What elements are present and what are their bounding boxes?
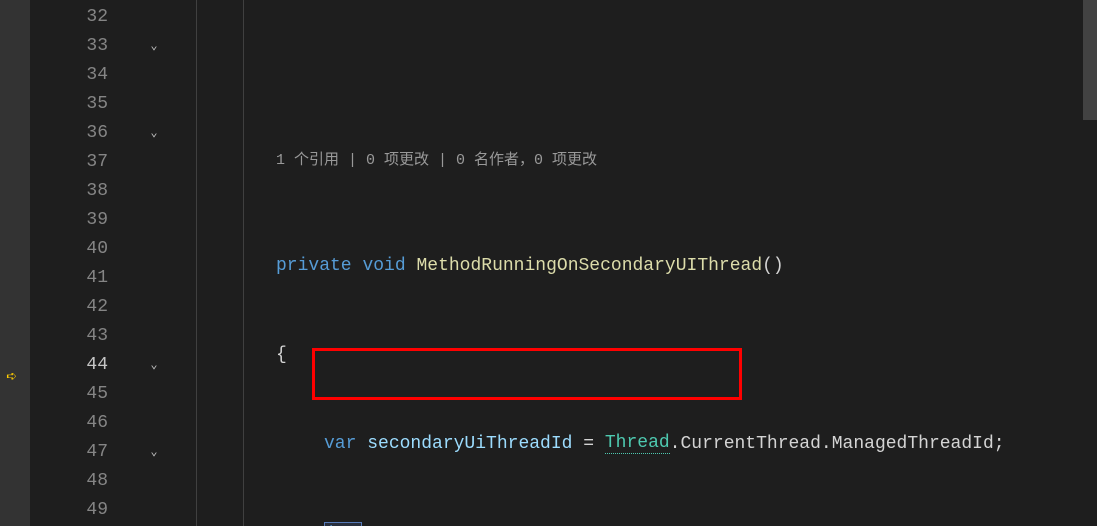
chevron-down-icon: ⌄	[150, 125, 157, 140]
line-number: 36	[30, 118, 140, 147]
fold-row	[140, 2, 168, 31]
line-number: 41	[30, 263, 140, 292]
line-number: 34	[30, 60, 140, 89]
line-number: 48	[30, 466, 140, 495]
method-name: MethodRunningOnSecondaryUIThread	[416, 256, 762, 276]
line-number: 39	[30, 205, 140, 234]
line-number: 35	[30, 89, 140, 118]
chevron-down-icon: ⌄	[150, 38, 157, 53]
chevron-down-icon: ⌄	[150, 444, 157, 459]
line-number: 46	[30, 408, 140, 437]
fold-toggle[interactable]: ⌄	[140, 118, 168, 147]
line-number: 44	[30, 350, 140, 379]
keyword: private	[276, 256, 352, 276]
line-number: 49	[30, 495, 140, 524]
codelens-info[interactable]: 1 个引用 | 0 项更改 | 0 名作者，0 项更改	[168, 142, 1097, 171]
scrollbar-thumb[interactable]	[1083, 0, 1097, 120]
code-line[interactable]: {	[168, 340, 1097, 369]
fold-toggle[interactable]: ⌄	[140, 437, 168, 466]
line-number: 43	[30, 321, 140, 350]
chevron-down-icon: ⌄	[150, 357, 157, 372]
line-number: 45	[30, 379, 140, 408]
fold-toggle[interactable]: ⌄	[140, 31, 168, 60]
execution-pointer-icon: ➪	[6, 366, 17, 388]
line-number-gutter: 32 33 34 35 36 37 38 39 40 41 42 43 44 4…	[30, 0, 140, 526]
code-area[interactable]: 1 个引用 | 0 项更改 | 0 名作者，0 项更改 private void…	[168, 0, 1097, 526]
fold-toggle[interactable]: ⌄	[140, 350, 168, 379]
line-number: 42	[30, 292, 140, 321]
code-line[interactable]: try	[168, 518, 1097, 526]
line-number: 47	[30, 437, 140, 466]
line-number: 38	[30, 176, 140, 205]
code-line[interactable]: var secondaryUiThreadId = Thread.Current…	[168, 429, 1097, 458]
type-reference[interactable]: Thread	[605, 433, 670, 454]
code-editor[interactable]: ➪ 32 33 34 35 36 37 38 39 40 41 42 43 44…	[0, 0, 1097, 526]
breakpoint-margin[interactable]: ➪	[0, 0, 30, 526]
line-number: 37	[30, 147, 140, 176]
fold-gutter[interactable]: ⌄ ⌄ ⌄ ⌄	[140, 0, 168, 526]
line-number: 40	[30, 234, 140, 263]
line-number: 32	[30, 2, 140, 31]
code-line[interactable]: private void MethodRunningOnSecondaryUIT…	[168, 251, 1097, 280]
keyword: void	[362, 256, 405, 276]
line-number: 33	[30, 31, 140, 60]
try-keyword-selection: try	[324, 522, 362, 526]
